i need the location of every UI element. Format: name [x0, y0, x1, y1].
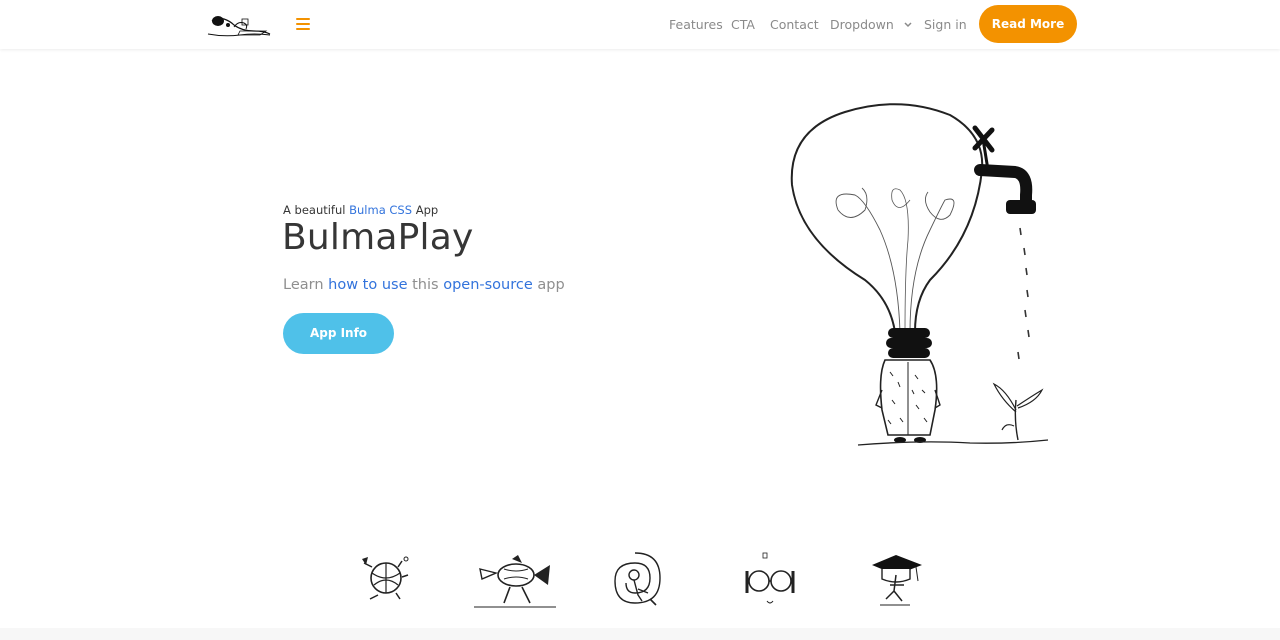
nav-item-features[interactable]: Features — [669, 17, 723, 33]
juggling-ball-icon — [362, 556, 409, 600]
nav-item-contact[interactable]: Contact — [770, 17, 819, 33]
read-more-button[interactable]: Read More — [979, 5, 1077, 43]
fish-walker-icon — [474, 555, 556, 608]
nav-item-cta[interactable]: CTA — [731, 17, 755, 33]
hero-subtitle: Learn how to use this open-source app — [283, 277, 565, 293]
lightbulb-illustration — [790, 103, 1049, 446]
page-title: BulmaPlay — [282, 217, 474, 258]
bulma-css-link[interactable]: Bulma CSS — [349, 203, 412, 217]
brand-logo[interactable] — [204, 7, 274, 41]
feature-icons-row — [340, 545, 960, 615]
tagline-suffix: App — [412, 203, 439, 217]
nav-item-dropdown-label: Dropdown — [830, 17, 894, 32]
chevron-down-icon — [904, 22, 912, 28]
app-info-button[interactable]: App Info — [283, 313, 394, 354]
tagline-prefix: A beautiful — [283, 203, 350, 217]
subtitle-part1: Learn — [283, 277, 329, 293]
hamburger-icon[interactable] — [293, 14, 313, 34]
glasses-face-icon — [745, 552, 795, 604]
subtitle-part3: app — [532, 277, 565, 293]
how-to-use-link[interactable]: how to use — [328, 277, 407, 293]
open-source-link[interactable]: open-source — [443, 277, 533, 293]
navbar: Features CTA Contact Dropdown Sign in Re… — [0, 0, 1280, 49]
subtitle-part2: this — [407, 277, 444, 293]
nav-item-dropdown[interactable]: Dropdown — [830, 17, 912, 33]
nav-item-sign-in[interactable]: Sign in — [924, 17, 967, 33]
footer-strip — [0, 628, 1280, 640]
hero-tagline: A beautiful Bulma CSS App — [283, 203, 438, 217]
graduation-cap-icon — [872, 555, 922, 606]
spiral-figure-icon — [614, 552, 661, 606]
